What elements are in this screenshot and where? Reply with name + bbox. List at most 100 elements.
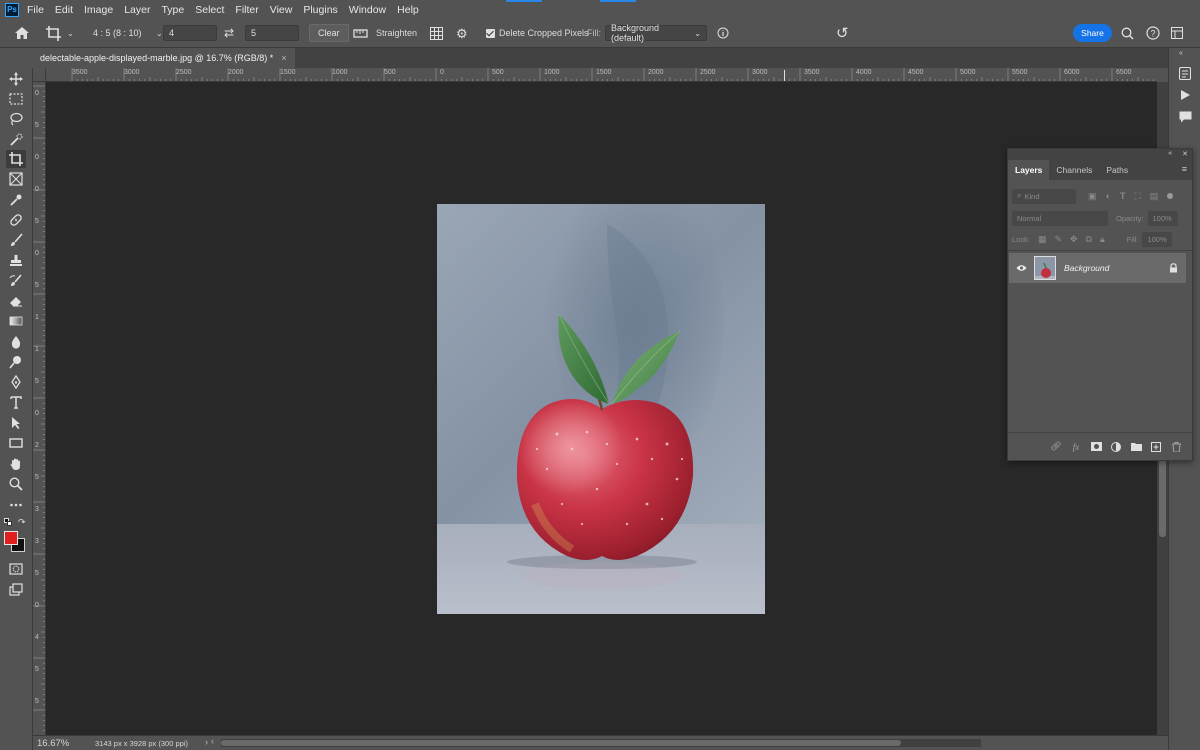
add-mask-icon[interactable] — [1090, 441, 1102, 453]
marquee-tool[interactable] — [6, 90, 26, 108]
zoom-level[interactable]: 16.67% — [37, 738, 87, 749]
foreground-color-swatch[interactable] — [4, 531, 18, 545]
menu-image[interactable]: Image — [84, 4, 113, 16]
collapse-icon[interactable]: « — [1168, 150, 1172, 157]
folder-icon[interactable] — [1130, 441, 1142, 453]
menu-plugins[interactable]: Plugins — [303, 4, 337, 16]
vertical-scrollbar-thumb[interactable] — [1159, 457, 1166, 537]
type-filter-icon[interactable]: T — [1120, 191, 1126, 201]
rectangle-tool[interactable] — [6, 434, 26, 452]
close-icon[interactable]: ✕ — [1182, 150, 1188, 158]
frame-tool[interactable] — [6, 170, 26, 188]
play-button[interactable] — [1178, 88, 1192, 102]
quick-select-tool[interactable] — [6, 131, 26, 149]
menu-help[interactable]: Help — [397, 4, 419, 16]
filter-toggle-icon[interactable] — [1167, 193, 1174, 199]
document-image[interactable] — [437, 204, 765, 614]
type-tool[interactable] — [6, 393, 26, 411]
lock-artboard-icon[interactable]: ⧉ — [1086, 234, 1092, 245]
home-button[interactable] — [14, 24, 30, 42]
tab-layers[interactable]: Layers — [1008, 160, 1050, 180]
straighten-button[interactable]: Straighten — [353, 24, 417, 42]
zoom-tool[interactable] — [6, 475, 26, 493]
height-field[interactable]: 5 — [245, 25, 299, 41]
help-button[interactable]: ? — [1146, 24, 1160, 42]
document-tab[interactable]: delectable-apple-displayed-marble.jpg @ … — [33, 48, 295, 68]
menu-layer[interactable]: Layer — [124, 4, 150, 16]
link-layers-icon[interactable]: 🔗︎ — [1050, 441, 1062, 453]
history-brush-tool[interactable] — [6, 272, 26, 290]
path-select-tool[interactable] — [6, 414, 26, 432]
eraser-tool[interactable] — [6, 292, 26, 310]
hand-tool[interactable] — [6, 455, 26, 473]
lasso-tool[interactable] — [6, 110, 26, 128]
collapse-icon[interactable]: « — [1179, 50, 1183, 57]
screen-mode-button[interactable] — [6, 581, 26, 599]
eyedropper-tool[interactable] — [6, 191, 26, 209]
swap-colors-icon[interactable]: ↷ — [18, 517, 26, 528]
workspace-button[interactable] — [1171, 24, 1183, 42]
clone-stamp-tool[interactable] — [6, 252, 26, 270]
dodge-tool[interactable] — [6, 353, 26, 371]
crop-tool-preset[interactable]: ⌄ — [46, 24, 74, 42]
blur-tool[interactable] — [6, 333, 26, 351]
smart-object-filter-icon[interactable]: ▤ — [1150, 191, 1159, 202]
fx-icon[interactable]: fx — [1070, 441, 1082, 453]
close-icon[interactable]: × — [281, 53, 286, 63]
healing-brush-tool[interactable] — [6, 211, 26, 229]
fill-field[interactable]: 100% — [1142, 231, 1173, 247]
trash-icon[interactable] — [1170, 441, 1182, 453]
pen-tool[interactable] — [6, 373, 26, 391]
menu-filter[interactable]: Filter — [235, 4, 258, 16]
menu-file[interactable]: File — [27, 4, 44, 16]
brush-tool[interactable] — [6, 231, 26, 249]
gradient-tool[interactable] — [6, 312, 26, 330]
fill-select[interactable]: Background (default) ⌄ — [605, 23, 707, 43]
adjustment-layer-icon[interactable] — [1110, 441, 1122, 453]
horizontal-scrollbar-thumb[interactable] — [221, 740, 901, 746]
horizontal-scrollbar[interactable]: ‹ — [211, 736, 981, 747]
eye-icon[interactable] — [1016, 264, 1027, 272]
lock-position-icon[interactable]: ✥ — [1070, 234, 1078, 245]
lock-image-icon[interactable]: ✎ — [1054, 234, 1062, 245]
more-tools-button[interactable] — [6, 496, 26, 514]
menu-view[interactable]: View — [270, 4, 293, 16]
search-button[interactable] — [1121, 24, 1134, 42]
ratio-preset-select[interactable]: 4 : 5 (8 : 10) ⌄ — [88, 24, 163, 42]
adjustment-filter-icon[interactable]: ◐ — [1106, 191, 1111, 201]
comments-button[interactable] — [1178, 110, 1192, 124]
default-colors-icon[interactable] — [4, 518, 12, 526]
delete-cropped-checkbox[interactable]: Delete Cropped Pixels — [486, 24, 589, 42]
settings-button[interactable]: ⚙ — [456, 24, 468, 42]
tab-channels[interactable]: Channels — [1049, 160, 1099, 180]
scroll-left-icon[interactable]: ‹ — [211, 736, 214, 746]
shape-filter-icon[interactable]: ⛶ — [1134, 191, 1140, 202]
canvas-area[interactable] — [46, 82, 1157, 735]
new-layer-icon[interactable] — [1150, 441, 1162, 453]
reset-button[interactable]: ↺ — [836, 24, 849, 42]
swap-button[interactable]: ⇄ — [224, 24, 234, 42]
grid-overlay-button[interactable] — [430, 24, 443, 42]
clear-button[interactable]: Clear — [309, 24, 349, 42]
move-tool[interactable] — [6, 70, 26, 88]
menu-select[interactable]: Select — [195, 4, 224, 16]
quick-mask-button[interactable] — [6, 560, 26, 578]
panel-titlebar[interactable]: « ✕ — [1008, 149, 1192, 158]
tab-paths[interactable]: Paths — [1099, 160, 1135, 180]
layer-row[interactable]: Background — [1009, 253, 1186, 283]
width-field[interactable]: 4 — [163, 25, 217, 41]
panel-menu-icon[interactable]: ≡ — [1182, 164, 1187, 174]
menu-type[interactable]: Type — [161, 4, 184, 16]
layer-name[interactable]: Background — [1064, 263, 1109, 273]
pixel-filter-icon[interactable]: ▣ — [1088, 191, 1097, 202]
libraries-button[interactable] — [1178, 66, 1192, 80]
lock-all-icon[interactable]: 🔒︎ — [1100, 234, 1105, 245]
info-button[interactable] — [717, 24, 729, 42]
opacity-field[interactable]: 100% — [1147, 210, 1178, 226]
kind-filter-select[interactable]: ⌕ Kind — [1012, 188, 1076, 204]
chevron-right-icon[interactable]: › — [205, 737, 208, 747]
crop-tool[interactable] — [6, 150, 26, 168]
menu-edit[interactable]: Edit — [55, 4, 73, 16]
share-button[interactable]: Share — [1073, 24, 1112, 42]
lock-transparent-icon[interactable]: ▦ — [1038, 234, 1047, 245]
